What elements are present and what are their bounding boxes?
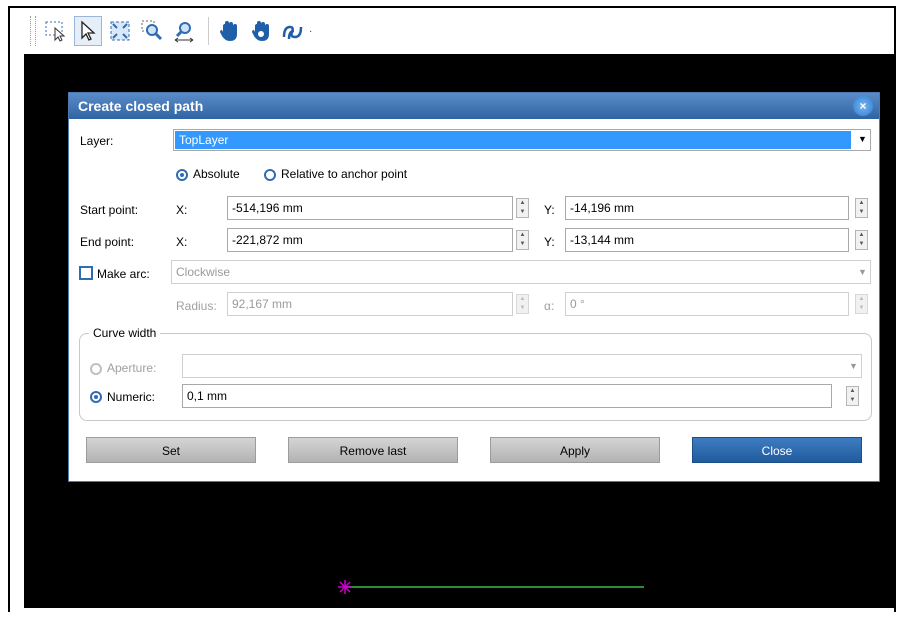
start-point-label: Start point: [80, 203, 139, 217]
end-y-stepper[interactable]: ▲ ▼ [855, 230, 868, 250]
layer-value: TopLayer [175, 131, 851, 149]
select-rectangle-icon[interactable] [42, 16, 70, 46]
absolute-radio[interactable] [176, 169, 188, 181]
absolute-label: Absolute [193, 167, 240, 181]
end-point-label: End point: [80, 235, 135, 249]
radius-label: Radius: [176, 299, 217, 313]
pointer-arrow-icon[interactable] [74, 16, 102, 46]
start-x-stepper[interactable]: ▲ ▼ [516, 198, 529, 218]
numeric-stepper[interactable]: ▲ ▼ [846, 386, 859, 406]
path-tool-icon[interactable] [279, 16, 307, 46]
aperture-radio[interactable] [90, 363, 102, 375]
anchor-marker-icon [338, 580, 352, 594]
remove-last-button[interactable]: Remove last [288, 437, 458, 463]
make-arc-label: Make arc: [97, 267, 150, 281]
numeric-input[interactable]: 0,1 mm [182, 384, 832, 408]
numeric-radio[interactable] [90, 391, 102, 403]
close-button[interactable]: Close [692, 437, 862, 463]
path-tool-dropdown-icon[interactable]: · [309, 26, 312, 37]
pan-hand-icon[interactable] [215, 16, 243, 46]
radius-input[interactable]: 92,167 mm [227, 292, 513, 316]
end-y-label: Y: [544, 235, 555, 249]
layer-select[interactable]: TopLayer ▼ [173, 129, 871, 151]
window-border-top [8, 6, 896, 8]
alpha-stepper[interactable]: ▲ ▼ [855, 294, 868, 314]
set-button[interactable]: Set [86, 437, 256, 463]
relative-label: Relative to anchor point [281, 167, 408, 181]
end-x-input[interactable]: -221,872 mm [227, 228, 513, 252]
end-x-stepper[interactable]: ▲ ▼ [516, 230, 529, 250]
chevron-down-icon[interactable]: ▼ [858, 267, 867, 277]
dialog-titlebar[interactable]: Create closed path × [69, 93, 879, 119]
alpha-label: α: [544, 299, 555, 313]
start-y-input[interactable]: -14,196 mm [565, 196, 849, 220]
zoom-area-icon[interactable] [138, 16, 166, 46]
radius-stepper[interactable]: ▲ ▼ [516, 294, 529, 314]
layer-label: Layer: [80, 134, 114, 148]
chevron-down-icon[interactable]: ▼ [858, 134, 867, 144]
start-y-stepper[interactable]: ▲ ▼ [855, 198, 868, 218]
toolbar-separator [208, 17, 209, 45]
pan-hand-alt-icon[interactable] [247, 16, 275, 46]
numeric-label: Numeric: [107, 390, 156, 404]
start-x-label: X: [176, 203, 188, 217]
window-border-right [894, 6, 896, 612]
arc-direction-select[interactable]: Clockwise [171, 260, 871, 284]
end-x-label: X: [176, 235, 188, 249]
toolbar-grip[interactable] [30, 16, 36, 46]
aperture-select[interactable] [182, 354, 862, 378]
alpha-input[interactable]: 0 ° [565, 292, 849, 316]
start-y-label: Y: [544, 203, 555, 217]
aperture-label: Aperture: [107, 361, 157, 375]
dialog-title: Create closed path [78, 98, 204, 114]
zoom-width-icon[interactable] [170, 16, 198, 46]
start-x-input[interactable]: -514,196 mm [227, 196, 513, 220]
toolbar: · [24, 10, 894, 52]
make-arc-checkbox[interactable] [79, 266, 93, 280]
chevron-down-icon[interactable]: ▼ [849, 361, 858, 371]
zoom-fit-icon[interactable] [106, 16, 134, 46]
curve-width-title: Curve width [89, 326, 161, 340]
apply-button[interactable]: Apply [490, 437, 660, 463]
close-icon[interactable]: × [853, 96, 873, 116]
end-y-input[interactable]: -13,144 mm [565, 228, 849, 252]
window-border-left [8, 6, 10, 612]
create-closed-path-dialog: Create closed path × Layer: TopLayer ▼ A… [68, 92, 880, 482]
relative-radio[interactable] [264, 169, 276, 181]
application-window: · Create closed path × Layer: TopLayer ▼… [0, 0, 904, 619]
